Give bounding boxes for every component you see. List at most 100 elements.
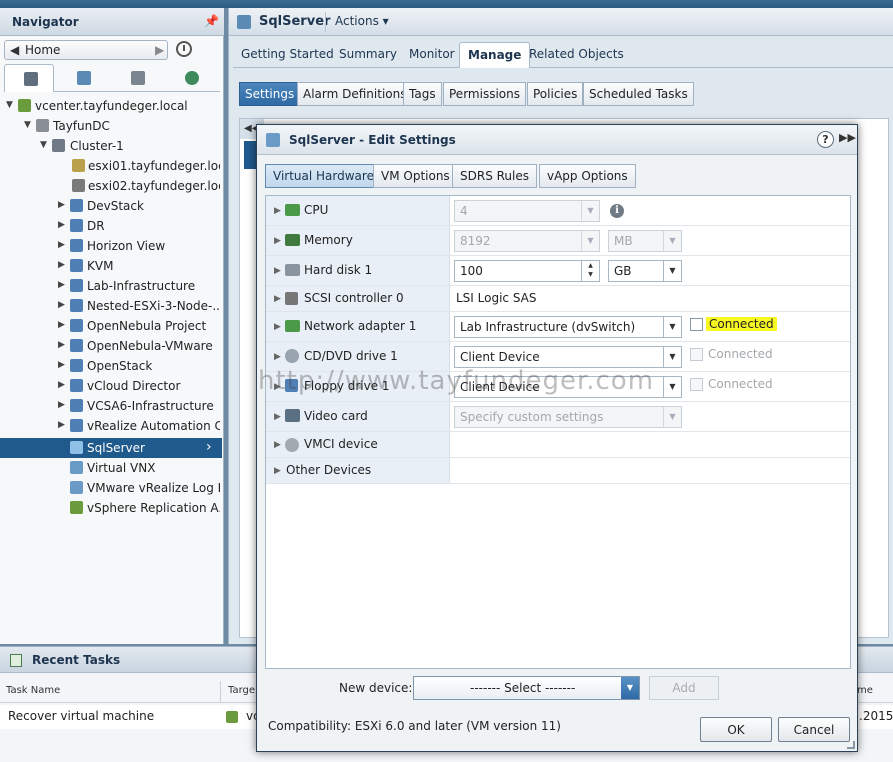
collapsed-arrow-icon[interactable]: ▶: [58, 420, 65, 430]
tree-item-label: DevStack: [87, 199, 144, 213]
collapsed-arrow-icon[interactable]: ▶: [58, 260, 65, 270]
collapsed-arrow-icon[interactable]: ▶: [58, 320, 65, 330]
top-strip: [0, 0, 893, 8]
memory-input[interactable]: 8192 ▼: [454, 230, 600, 252]
column-target[interactable]: Targe: [228, 685, 255, 696]
tab-networking[interactable]: [166, 64, 216, 92]
collapsed-arrow-icon[interactable]: ▶: [58, 240, 65, 250]
collapsed-arrow-icon[interactable]: ▶: [274, 440, 281, 450]
column-task-name[interactable]: Task Name: [6, 685, 60, 696]
tree-item-host[interactable]: esxi01.tayfundeger.local: [0, 156, 222, 176]
network-select[interactable]: Lab Infrastructure (dvSwitch) ▼: [454, 316, 682, 338]
tree-item-host[interactable]: esxi02.tayfundeger.loc...: [0, 176, 222, 196]
add-device-button[interactable]: Add: [649, 676, 719, 700]
tree-item-vm[interactable]: VMware vRealize Log I...: [0, 478, 222, 498]
tree-item-vm[interactable]: Virtual VNX: [0, 458, 222, 478]
tree-item-vcenter[interactable]: ▼ vcenter.tayfundeger.local: [0, 96, 222, 116]
collapsed-arrow-icon[interactable]: ▶: [274, 352, 281, 362]
stepper-icon[interactable]: ▲ ▼: [581, 261, 599, 281]
tree-item-vapp[interactable]: ▶ DevStack: [0, 196, 222, 216]
collapsed-arrow-icon[interactable]: ▶: [58, 340, 65, 350]
tree-item-vapp[interactable]: ▶ VCSA6-Infrastructure: [0, 396, 222, 416]
collapsed-arrow-icon[interactable]: ▶: [274, 412, 281, 422]
subtab-tags[interactable]: Tags: [403, 82, 442, 106]
forward-arrow-icon[interactable]: ▶: [155, 43, 164, 57]
tab-vms-templates[interactable]: [58, 64, 108, 92]
history-icon[interactable]: [176, 41, 192, 57]
subtab-alarm-definitions[interactable]: Alarm Definitions: [297, 82, 413, 106]
collapsed-arrow-icon[interactable]: ▶: [274, 322, 281, 332]
tree-item-label: esxi01.tayfundeger.local: [88, 159, 220, 173]
tree-item-vapp[interactable]: ▶ vCloud Director: [0, 376, 222, 396]
column-time[interactable]: me: [857, 685, 873, 696]
tree-item-vm[interactable]: vSphere Replication A...: [0, 498, 222, 518]
pin-icon[interactable]: 📌: [204, 14, 219, 28]
cd-dvd-select[interactable]: Client Device ▼: [454, 346, 682, 368]
tree-item-vapp[interactable]: ▶ OpenNebula-VMware: [0, 336, 222, 356]
expanded-arrow-icon[interactable]: ▼: [40, 140, 47, 150]
memory-label: Memory: [304, 233, 353, 247]
new-device-select[interactable]: ------- Select ------- ▼: [413, 676, 640, 700]
expanded-arrow-icon[interactable]: ▼: [6, 100, 13, 110]
dialog-title-bar: SqlServer - Edit Settings ? ▶▶: [257, 125, 857, 155]
tab-summary[interactable]: Summary: [331, 42, 405, 68]
tab-getting-started[interactable]: Getting Started: [233, 42, 342, 68]
hard-disk-unit-select[interactable]: GB ▼: [608, 260, 682, 282]
tab-storage[interactable]: [112, 64, 162, 92]
tree-item-vapp[interactable]: ▶ OpenNebula Project: [0, 316, 222, 336]
tab-monitor[interactable]: Monitor: [401, 42, 463, 68]
cancel-button[interactable]: Cancel: [778, 717, 850, 742]
tree-item-vm-selected[interactable]: SqlServer ›: [0, 438, 222, 458]
collapsed-arrow-icon[interactable]: ▶: [274, 206, 281, 216]
tree-item-label: VMware vRealize Log I...: [87, 481, 220, 495]
chevron-right-icon[interactable]: ›: [206, 439, 212, 455]
expand-icon[interactable]: ▶▶: [839, 131, 856, 144]
tree-item-vapp[interactable]: ▶ OpenStack: [0, 356, 222, 376]
tab-hosts-clusters[interactable]: [4, 64, 54, 92]
collapsed-arrow-icon[interactable]: ▶: [58, 280, 65, 290]
tree-item-vapp[interactable]: ▶ Lab-Infrastructure: [0, 276, 222, 296]
collapsed-arrow-icon[interactable]: ▶: [58, 380, 65, 390]
cd-dvd-connected-checkbox[interactable]: [690, 348, 703, 361]
tree-item-vapp[interactable]: ▶ KVM: [0, 256, 222, 276]
actions-menu-button[interactable]: Actions ▾: [335, 14, 389, 28]
memory-unit-select[interactable]: MB ▼: [608, 230, 682, 252]
collapsed-arrow-icon[interactable]: ▶: [58, 360, 65, 370]
subtab-policies[interactable]: Policies: [527, 82, 584, 106]
resize-handle[interactable]: [847, 741, 855, 749]
collapsed-arrow-icon[interactable]: ▶: [58, 220, 65, 230]
tab-sdrs-rules[interactable]: SDRS Rules: [452, 164, 537, 188]
vapp-icon: [70, 359, 83, 372]
tab-manage[interactable]: Manage: [459, 42, 531, 68]
tree-item-vapp[interactable]: ▶ vRealize Automation C...: [0, 416, 222, 436]
tree-item-vapp[interactable]: ▶ Horizon View: [0, 236, 222, 256]
tab-vapp-options[interactable]: vApp Options: [539, 164, 636, 188]
tab-virtual-hardware[interactable]: Virtual Hardware: [265, 164, 382, 188]
info-icon[interactable]: i: [610, 204, 624, 218]
ok-button[interactable]: OK: [700, 717, 772, 742]
collapsed-arrow-icon[interactable]: ▶: [274, 294, 281, 304]
hard-disk-size-input[interactable]: 100 ▲ ▼: [454, 260, 600, 282]
collapsed-arrow-icon[interactable]: ▶: [274, 466, 281, 476]
tree-item-datacenter[interactable]: ▼ TayfunDC: [0, 116, 222, 136]
collapsed-arrow-icon[interactable]: ▶: [274, 236, 281, 246]
tree-item-vapp[interactable]: ▶ DR: [0, 216, 222, 236]
home-button[interactable]: ◀ Home ▶: [4, 40, 168, 60]
subtab-permissions[interactable]: Permissions: [443, 82, 526, 106]
help-icon[interactable]: ?: [817, 131, 834, 148]
video-card-select[interactable]: Specify custom settings ▼: [454, 406, 682, 428]
tree-item-vapp[interactable]: ▶ Nested-ESXi-3-Node-...: [0, 296, 222, 316]
cpu-select[interactable]: 4 ▼: [454, 200, 600, 222]
tab-related-objects[interactable]: Related Objects: [521, 42, 632, 68]
collapsed-arrow-icon[interactable]: ▶: [58, 200, 65, 210]
subtab-settings[interactable]: Settings: [239, 82, 301, 106]
floppy-connected-checkbox[interactable]: [690, 378, 703, 391]
collapsed-arrow-icon[interactable]: ▶: [274, 266, 281, 276]
collapsed-arrow-icon[interactable]: ▶: [58, 400, 65, 410]
expanded-arrow-icon[interactable]: ▼: [24, 120, 31, 130]
collapsed-arrow-icon[interactable]: ▶: [58, 300, 65, 310]
network-connected-checkbox[interactable]: [690, 318, 703, 331]
tree-item-cluster[interactable]: ▼ Cluster-1: [0, 136, 222, 156]
tab-vm-options[interactable]: VM Options: [373, 164, 458, 188]
subtab-scheduled-tasks[interactable]: Scheduled Tasks: [583, 82, 694, 106]
